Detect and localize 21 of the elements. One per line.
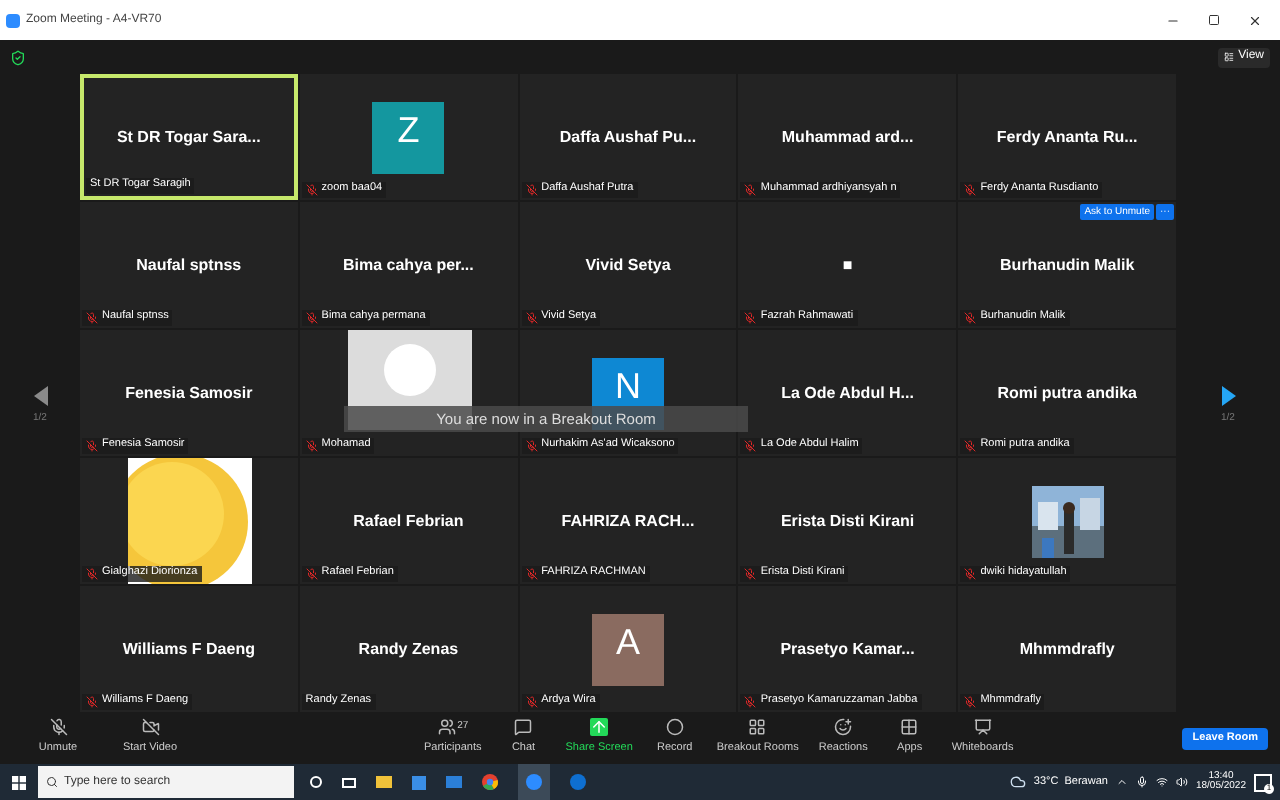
participant-name: La Ode Abdul H... xyxy=(781,381,914,405)
participant-name: Daffa Aushaf Pu... xyxy=(559,125,697,149)
participant-name: Williams F Daeng xyxy=(122,637,255,661)
participant-name: FAHRIZA RACH... xyxy=(561,509,695,533)
participant-name: Naufal sptnss xyxy=(136,253,242,277)
participant-name: St DR Togar Sara... xyxy=(116,125,261,149)
participant-name: Fenesia Samosir xyxy=(125,381,253,405)
participant-name: Erista Disti Kirani xyxy=(780,509,915,533)
participant-name: Mhmmdrafly xyxy=(1019,637,1115,661)
participant-name: Muhammad ard... xyxy=(781,125,914,149)
participant-name: Bima cahya per... xyxy=(343,253,474,277)
avatar: Z xyxy=(372,101,445,173)
participant-name: Burhanudin Malik xyxy=(1000,253,1135,277)
participant-name: Vivid Setya xyxy=(585,253,671,277)
participant-name: Rafael Febrian xyxy=(353,509,464,533)
avatar: A xyxy=(591,613,664,685)
participant-name: ■ xyxy=(842,253,853,277)
participant-name: Romi putra andika xyxy=(997,381,1137,405)
participant-name: Randy Zenas xyxy=(358,637,459,661)
participant-name: Prasetyo Kamar... xyxy=(780,637,915,661)
participant-name: Ferdy Ananta Ru... xyxy=(996,125,1138,149)
